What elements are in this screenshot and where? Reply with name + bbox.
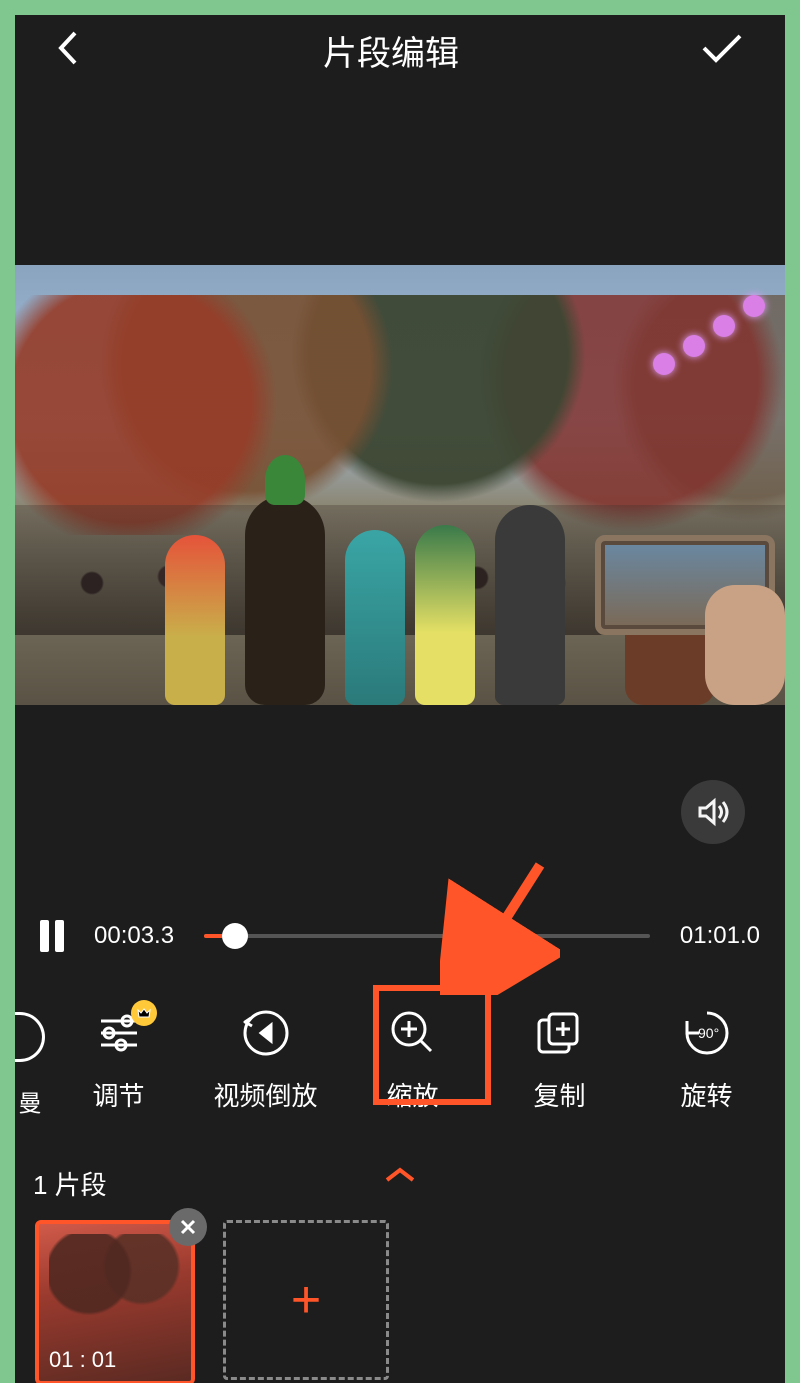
reverse-icon [240,1006,292,1060]
seek-thumb[interactable] [222,923,248,949]
tool-label: 缩放 [386,1076,438,1113]
sliders-icon [95,1006,143,1060]
preview-character-goofy [245,495,325,705]
thumb-preview [49,1234,181,1341]
back-button[interactable] [55,28,83,73]
copy-icon [535,1006,585,1060]
tool-copy[interactable]: 复制 [486,990,633,1129]
header: 片段编辑 [15,15,785,85]
tool-label: 视频倒放 [213,1076,317,1113]
app-screen: 片段编辑 00: [15,15,785,1383]
page-title: 片段编辑 [323,26,459,75]
tool-rotate[interactable]: 90° 旋转 [633,990,780,1129]
remove-segment-button[interactable] [169,1208,207,1246]
tool-label: 复制 [533,1076,585,1113]
preview-hand-phone [575,535,785,685]
current-time: 00:03.3 [94,922,174,950]
toolbar-partial-label: 曼 [19,1084,42,1118]
segment-count-label: 1 片段 [33,1165,107,1202]
premium-badge-icon [131,1000,157,1026]
zoom-in-icon [387,1006,439,1060]
preview-character [415,525,475,705]
segment-duration: 01 : 01 [49,1347,116,1373]
tool-zoom[interactable]: 缩放 [339,990,486,1129]
tool-label: 调节 [92,1076,144,1113]
edit-toolbar: 曼 调节 视频倒放 [15,990,785,1129]
svg-text:90°: 90° [698,1025,719,1041]
rotate-icon: 90° [681,1006,733,1060]
tool-label: 旋转 [680,1076,732,1113]
toolbar-partial-left[interactable]: 曼 [15,990,45,1129]
confirm-button[interactable] [699,30,745,71]
playback-bar: 00:03.3 01:01.0 [15,920,785,952]
seek-track[interactable] [204,934,650,938]
segment-thumb[interactable]: 01 : 01 [35,1220,195,1383]
segment-thumbs: 01 : 01 + [35,1220,389,1383]
plus-icon: + [291,1270,321,1330]
volume-button[interactable] [681,780,745,844]
video-preview[interactable] [15,265,785,705]
total-time: 01:01.0 [680,922,760,950]
tool-reverse[interactable]: 视频倒放 [192,990,339,1129]
collapse-caret-icon[interactable] [383,1165,417,1190]
unknown-icon [15,1012,45,1062]
pause-button[interactable] [40,920,64,952]
preview-character [165,535,225,705]
preview-character [345,530,405,705]
preview-character [495,505,565,705]
tool-adjust[interactable]: 调节 [45,990,192,1129]
add-segment-button[interactable]: + [223,1220,389,1380]
preview-lights [595,285,775,375]
